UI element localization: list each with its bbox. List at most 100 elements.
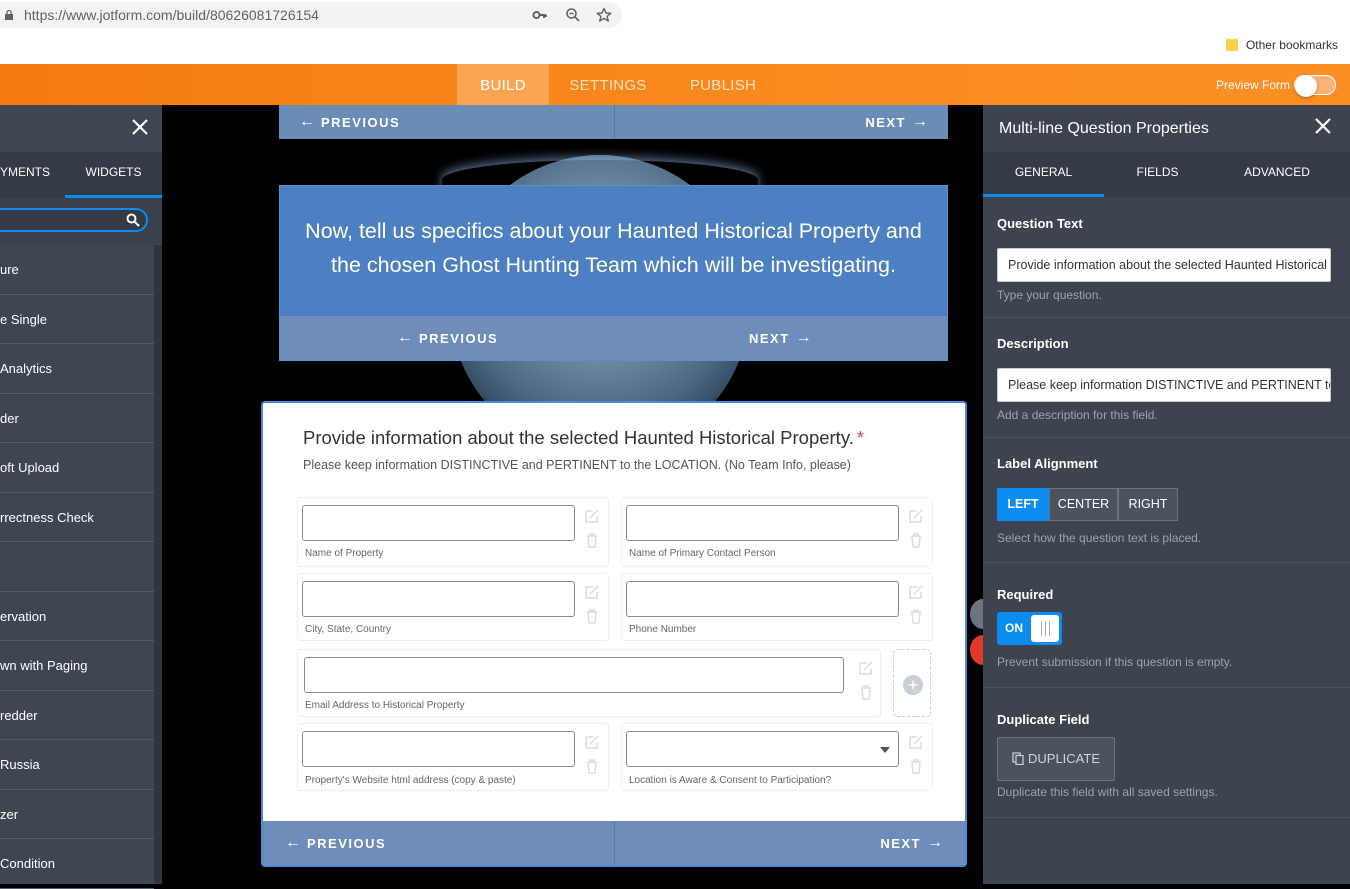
field-sublabel[interactable]: Phone Number [629,624,696,635]
trash-icon[interactable] [908,608,924,624]
delete-question-button[interactable] [970,635,983,665]
primary-contact-input[interactable] [626,505,899,541]
label-alignment-section: Label Alignment LEFT CENTER RIGHT Select… [983,438,1350,563]
tab-payments[interactable]: YMENTS [0,152,60,198]
edit-icon[interactable] [908,508,924,524]
form-canvas: ← PREVIOUS NEXT → Now, tell us specifics a… [162,105,983,884]
list-item[interactable]: Condition [0,839,154,889]
required-toggle[interactable]: ON [997,612,1062,645]
list-item[interactable]: rrectness Check [0,493,154,542]
key-icon[interactable] [531,7,549,25]
previous-button[interactable]: ← PREVIOUS [293,105,400,139]
folder-icon [1225,39,1238,51]
tab-settings[interactable]: SETTINGS [559,64,657,105]
question-text-input[interactable]: Provide information about the selected H… [997,248,1331,282]
question-text-section: Question Text Provide information about … [983,198,1350,318]
duplicate-button[interactable]: DUPLICATE [997,737,1115,781]
previous-button[interactable]: ← PREVIOUS [279,821,386,865]
search-icon[interactable] [126,213,140,227]
trash-icon[interactable] [584,758,600,774]
edit-icon[interactable] [584,508,600,524]
required-hint: Prevent submission if this question is e… [997,655,1233,669]
list-item[interactable]: ervation [0,592,154,641]
tab-fields[interactable]: FIELDS [1104,152,1211,197]
list-item[interactable]: oft Upload [0,443,154,493]
zoom-icon[interactable] [564,7,582,25]
scrollbar[interactable] [154,245,162,884]
close-icon[interactable] [130,117,150,137]
tab-build[interactable]: BUILD [457,64,549,105]
next-button[interactable]: NEXT → [865,105,934,139]
star-icon[interactable] [595,7,613,25]
list-item[interactable]: e Single [0,295,154,344]
lock-icon [5,10,13,20]
page-nav-bar: ← PREVIOUS NEXT → [279,316,948,360]
url-text[interactable]: https://www.jotform.com/build/8062608172… [24,7,319,23]
properties-toggle-button[interactable] [970,599,983,629]
next-button[interactable]: NEXT → [880,821,949,865]
add-field-slot[interactable]: + [893,649,931,717]
description-input[interactable]: Please keep information DISTINCTIVE and … [997,368,1331,402]
edit-icon[interactable] [908,734,924,750]
name-of-property-input[interactable] [302,505,575,541]
align-left-button[interactable]: LEFT [997,488,1049,521]
field-sublabel[interactable]: Email Address to Historical Property [305,700,465,711]
list-item[interactable]: Analytics [0,344,154,394]
list-item[interactable]: ure [0,245,154,295]
other-bookmarks[interactable]: Other bookmarks [1225,38,1338,52]
trash-icon[interactable] [858,684,874,700]
arrow-left-icon: ← [397,329,413,346]
edit-icon[interactable] [584,584,600,600]
edit-icon[interactable] [584,734,600,750]
trash-icon[interactable] [908,532,924,548]
location-consent-dropdown[interactable] [626,731,899,767]
selected-question-card[interactable]: Provide information about the selected H… [261,401,967,867]
question-title[interactable]: Provide information about the selected H… [303,427,864,449]
edit-icon[interactable] [908,584,924,600]
question-description[interactable]: Please keep information DISTINCTIVE and … [303,458,851,472]
list-item[interactable]: redder [0,691,154,740]
list-item[interactable]: wn with Paging [0,641,154,691]
trash-icon[interactable] [584,608,600,624]
list-item[interactable]: zer [0,790,154,839]
edit-icon[interactable] [858,660,874,676]
preview-form-label: Preview Form [1216,78,1291,92]
tab-general[interactable]: GENERAL [983,152,1104,197]
website-input[interactable] [302,731,575,767]
required-section: Required ON Prevent submission if this q… [983,563,1350,688]
preview-form-toggle[interactable] [1294,75,1336,97]
toggle-state: ON [1005,621,1023,635]
plus-icon[interactable]: + [903,675,923,695]
field-sublabel[interactable]: Property's Website html address (copy & … [305,775,516,786]
tab-advanced[interactable]: ADVANCED [1217,152,1337,197]
email-address-input[interactable] [304,657,844,693]
previous-button[interactable]: ← PREVIOUS [391,316,498,360]
trash-icon[interactable] [584,532,600,548]
city-state-country-input[interactable] [302,581,575,617]
duplicate-section: Duplicate Field DUPLICATE Duplicate this… [983,688,1350,818]
phone-number-input[interactable] [626,581,899,617]
chevron-down-icon [880,747,890,753]
browser-chrome: https://www.jotform.com/build/8062608172… [0,0,1350,64]
description-hint: Add a description for this field. [997,408,1158,422]
field-sublabel[interactable]: City, State, Country [305,624,391,635]
field-cell: Email Address to Historical Property [297,649,881,717]
trash-icon[interactable] [908,758,924,774]
align-center-button[interactable]: CENTER [1049,488,1118,521]
field-sublabel[interactable]: Name of Primary Contact Person [629,548,776,559]
field-cell: Location is Aware & Consent to Participa… [621,723,933,791]
list-item[interactable] [0,542,154,592]
field-sublabel[interactable]: Location is Aware & Consent to Participa… [629,775,831,786]
field-cell: Name of Property [297,497,609,567]
list-item[interactable]: Russia [0,740,154,790]
question-text-hint: Type your question. [997,288,1102,302]
align-right-button[interactable]: RIGHT [1118,488,1178,521]
next-button[interactable]: NEXT → [749,316,818,360]
tab-widgets[interactable]: WIDGETS [65,152,162,198]
address-bar[interactable]: https://www.jotform.com/build/8062608172… [0,2,622,28]
field-sublabel[interactable]: Name of Property [305,548,383,559]
properties-panel: Multi-line Question Properties GENERAL F… [983,105,1350,884]
close-icon[interactable] [1313,115,1333,143]
tab-publish[interactable]: PUBLISH [682,64,764,105]
list-item[interactable]: der [0,394,154,443]
